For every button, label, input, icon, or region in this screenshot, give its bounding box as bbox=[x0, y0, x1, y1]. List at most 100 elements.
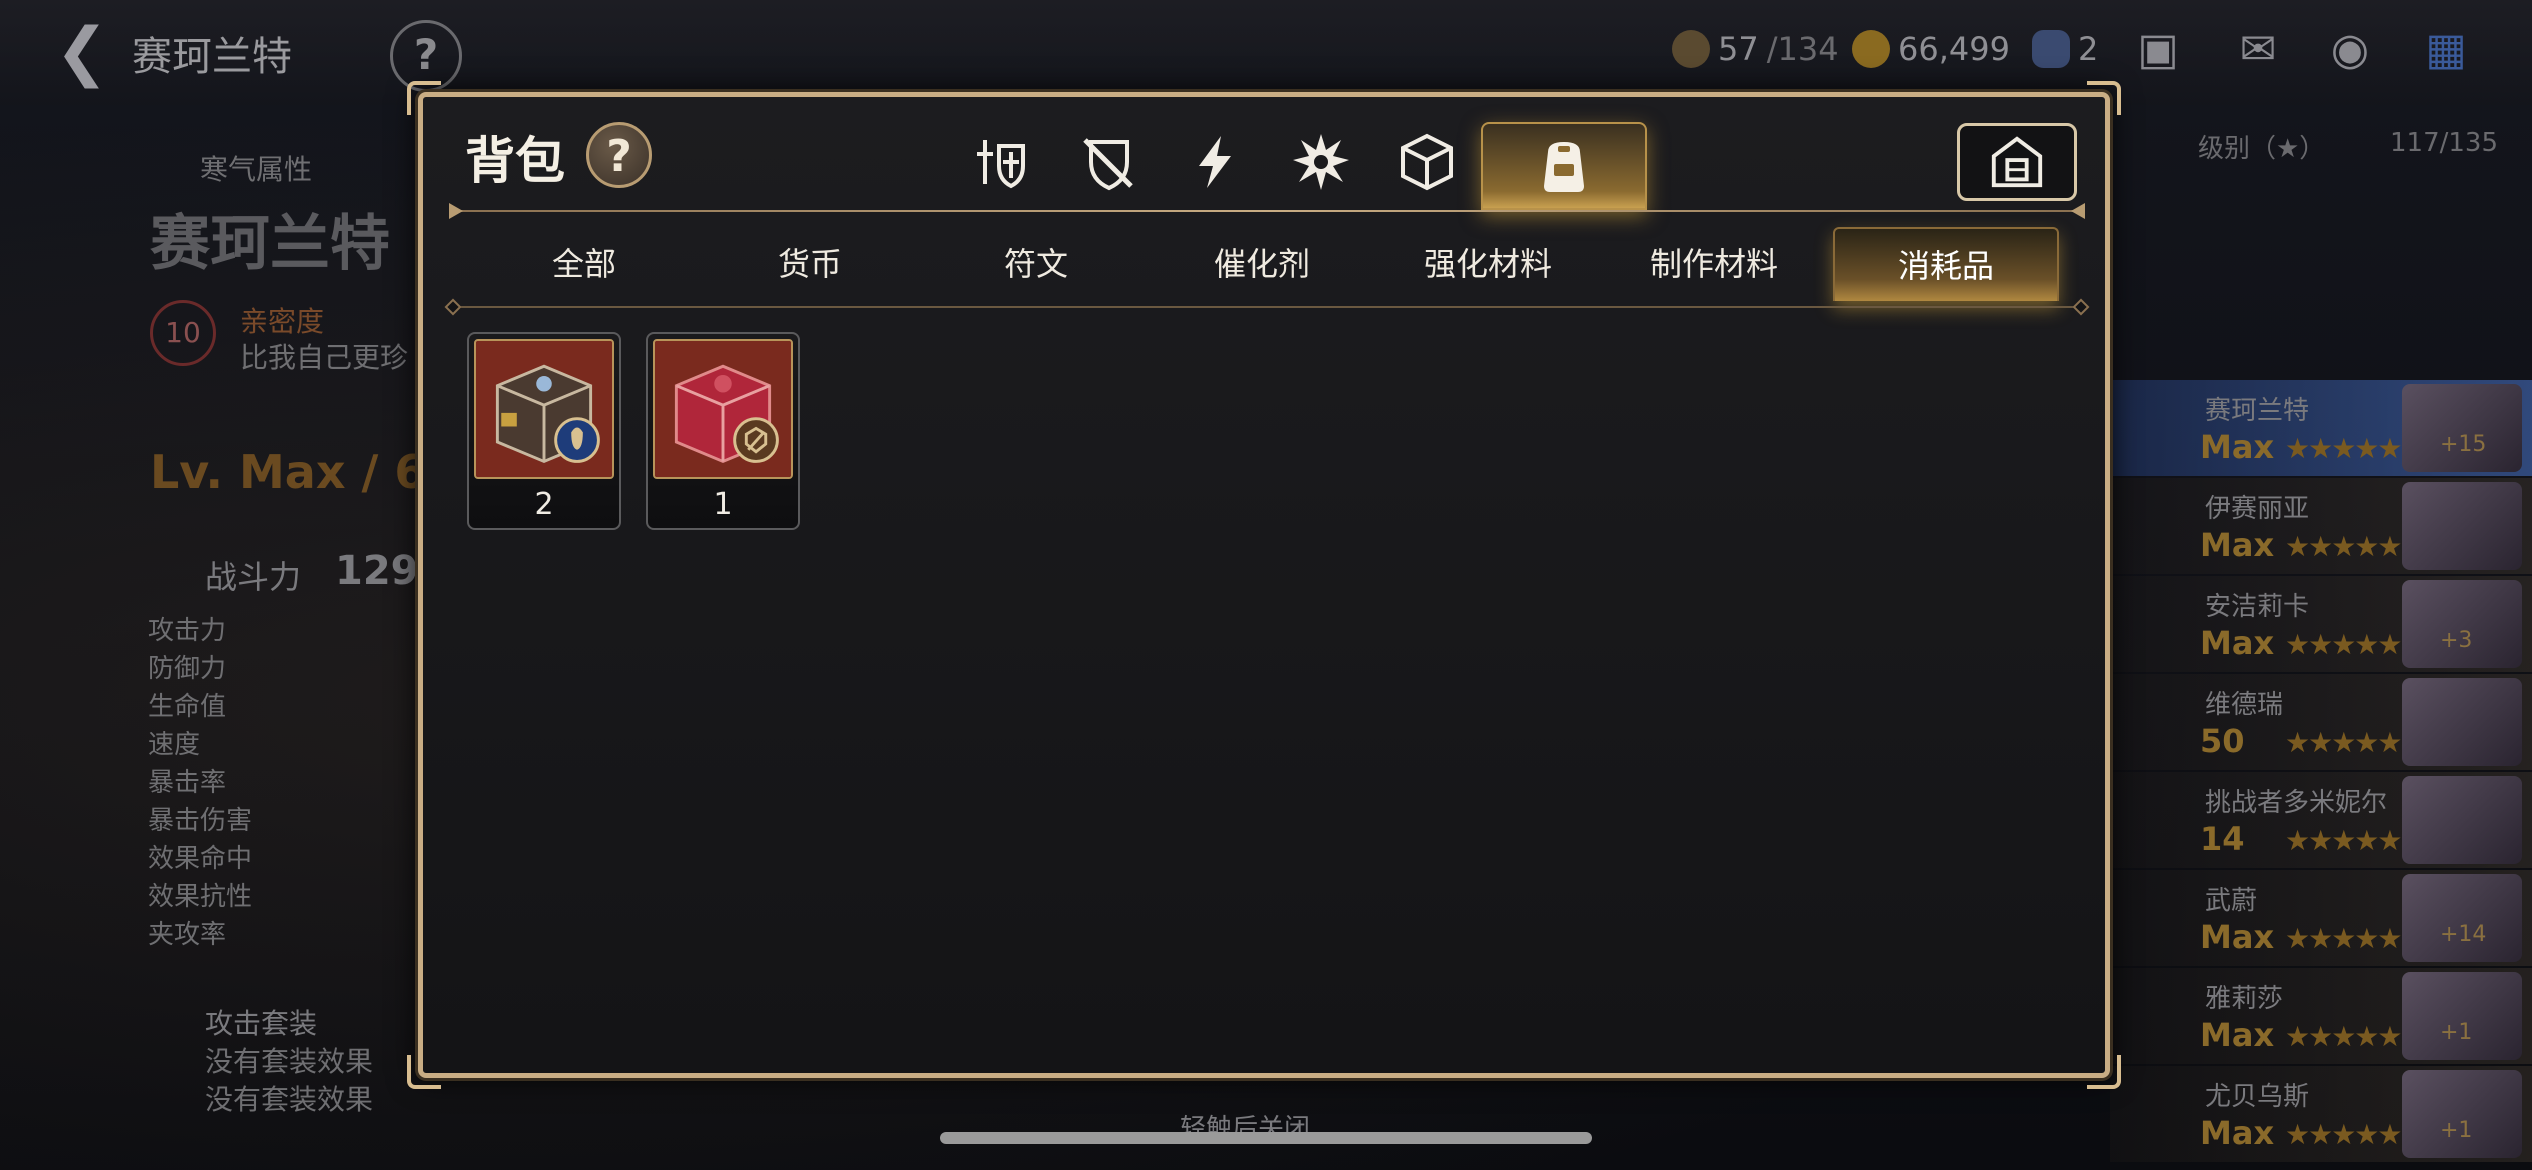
home-indicator bbox=[940, 1132, 1592, 1144]
gem-value: 2 bbox=[2078, 30, 2099, 68]
hero-list-item[interactable]: 赛珂兰特 Max ★★★★★ +15 bbox=[2110, 380, 2532, 476]
gem-icon bbox=[2032, 30, 2070, 68]
gold-display[interactable]: 66,499 bbox=[1852, 30, 2010, 68]
item-count: 2 bbox=[534, 487, 554, 522]
hero-portrait bbox=[2402, 384, 2522, 472]
item-count: 1 bbox=[713, 487, 733, 522]
star-rating-icon: ★★★★★ bbox=[2285, 432, 2403, 465]
stamina-icon bbox=[1672, 30, 1710, 68]
tab-explosion[interactable] bbox=[1271, 122, 1371, 202]
hero-list-level: Max bbox=[2200, 428, 2275, 466]
stamina-display[interactable]: 57/134 bbox=[1672, 30, 1839, 68]
help-button[interactable]: ? bbox=[586, 122, 652, 188]
shield-sword-icon bbox=[1083, 138, 1133, 191]
gem-display[interactable]: 2 bbox=[2032, 30, 2098, 68]
star-rating-icon: ★★★★★ bbox=[2285, 1020, 2403, 1053]
hero-list-plus: +3 bbox=[2440, 628, 2473, 653]
storage-button[interactable] bbox=[1957, 123, 2077, 201]
sort-label[interactable]: 级别（★） bbox=[2198, 128, 2325, 165]
combat-value: 129 bbox=[335, 548, 419, 594]
star-rating-icon: ★★★★★ bbox=[2285, 530, 2403, 563]
chat-icon[interactable]: ◉ bbox=[2320, 20, 2380, 80]
tab-shield-sword[interactable] bbox=[1059, 122, 1159, 202]
tab-lightning[interactable] bbox=[1165, 122, 1265, 202]
hero-portrait bbox=[2402, 776, 2522, 864]
hero-list-plus: +1 bbox=[2440, 1118, 2473, 1143]
star-rating-icon: ★★★★★ bbox=[2285, 922, 2403, 955]
party-icon[interactable]: ▣ bbox=[2128, 20, 2188, 80]
hero-name-big: 赛珂兰特 bbox=[150, 209, 390, 279]
hero-list-plus: +14 bbox=[2440, 922, 2487, 947]
header-divider bbox=[449, 203, 2085, 219]
inventory-modal: 背包 ? 全部 货币 符文 催化剂 强化材料 制作材料 消耗品 2 1 bbox=[407, 81, 2121, 1089]
frame-corner bbox=[2087, 81, 2121, 115]
hero-list-plus: +1 bbox=[2440, 1020, 2473, 1045]
hero-list-item[interactable]: 雅莉莎 Max ★★★★★ +1 bbox=[2110, 968, 2532, 1064]
hero-portrait bbox=[2402, 972, 2522, 1060]
hero-list-item[interactable]: 安洁莉卡 Max ★★★★★ +3 bbox=[2110, 576, 2532, 672]
hero-list-level: Max bbox=[2200, 918, 2275, 956]
stat-label: 速度 bbox=[148, 730, 201, 760]
stat-label: 暴击伤害 bbox=[148, 806, 253, 836]
stat-label: 夹攻率 bbox=[148, 920, 227, 950]
stat-label: 效果命中 bbox=[148, 844, 253, 874]
hero-portrait bbox=[2402, 1070, 2522, 1158]
tab-backpack[interactable] bbox=[1481, 122, 1647, 210]
hero-portrait bbox=[2402, 580, 2522, 668]
frame-corner bbox=[407, 81, 441, 115]
stat-label: 防御力 bbox=[148, 654, 227, 684]
hero-portrait bbox=[2402, 678, 2522, 766]
affinity-desc: 比我自己更珍 bbox=[240, 341, 409, 374]
tab-consumables[interactable]: 消耗品 bbox=[1833, 227, 2059, 301]
modal-title: 背包 bbox=[465, 132, 565, 190]
hero-title: 赛珂兰特 bbox=[132, 34, 292, 80]
hero-portrait bbox=[2402, 874, 2522, 962]
hero-list[interactable]: 赛珂兰特 Max ★★★★★ +15 伊赛丽亚 Max ★★★★★ 安洁莉卡 Max ★★★★★ +… bbox=[2110, 380, 2532, 1170]
hero-equip-icon bbox=[977, 140, 1025, 189]
hero-list-name: 雅莉莎 bbox=[2205, 984, 2284, 1014]
stat-list: 攻击力 防御力 生命值 速度 暴击率 暴击伤害 效果命中 效果抗性 夹攻率 bbox=[148, 612, 252, 954]
tab-hero-equip[interactable] bbox=[953, 122, 1053, 202]
gold-icon bbox=[1852, 30, 1890, 68]
stamina-value: 57 bbox=[1718, 30, 1759, 68]
star-rating-icon: ★★★★★ bbox=[2285, 726, 2403, 759]
frame-corner bbox=[2087, 1055, 2121, 1089]
hero-list-level: Max bbox=[2200, 1114, 2275, 1152]
hero-list-item[interactable]: 维德瑞 50 ★★★★★ bbox=[2110, 674, 2532, 770]
mail-icon[interactable]: ✉ bbox=[2228, 20, 2288, 80]
item-slot[interactable]: 1 bbox=[646, 332, 800, 530]
level-text: Lv. Max / 60 bbox=[150, 445, 459, 499]
tab-enhance-materials[interactable]: 强化材料 bbox=[1375, 227, 1601, 301]
lightning-icon bbox=[1199, 136, 1231, 188]
hero-list-level: Max bbox=[2200, 624, 2275, 662]
no-set-effect-2: 没有套装效果 bbox=[205, 1083, 374, 1116]
hero-list-item[interactable]: 伊赛丽亚 Max ★★★★★ bbox=[2110, 478, 2532, 574]
hero-list-item[interactable]: 挑战者多米妮尔 14 ★★★★★ bbox=[2110, 772, 2532, 868]
back-icon[interactable]: ❮ bbox=[55, 20, 115, 84]
tab-currency[interactable]: 货币 bbox=[697, 227, 923, 301]
tab-runes[interactable]: 符文 bbox=[923, 227, 1149, 301]
tab-crafting-materials[interactable]: 制作材料 bbox=[1601, 227, 1827, 301]
hero-list-item[interactable]: 武蔚 Max ★★★★★ +14 bbox=[2110, 870, 2532, 966]
menu-grid-icon[interactable]: ▦ bbox=[2416, 20, 2476, 80]
star-rating-icon: ★★★★★ bbox=[2285, 1118, 2403, 1151]
tab-cube[interactable] bbox=[1377, 122, 1477, 202]
water-chest-icon bbox=[474, 339, 614, 479]
attribute-label: 寒气属性 bbox=[200, 153, 313, 186]
hero-list-level: 50 bbox=[2200, 722, 2245, 760]
stamina-max: /134 bbox=[1766, 30, 1839, 68]
affinity-label: 亲密度 bbox=[240, 305, 325, 338]
hero-list-item[interactable]: 尤贝乌斯 Max ★★★★★ +1 bbox=[2110, 1066, 2532, 1162]
hero-list-level: 14 bbox=[2200, 820, 2245, 858]
storage-icon bbox=[1991, 136, 2043, 188]
hero-list-name: 安洁莉卡 bbox=[2205, 592, 2310, 622]
star-rating-icon: ★★★★★ bbox=[2285, 824, 2403, 857]
tab-all[interactable]: 全部 bbox=[471, 227, 697, 301]
hero-list-name: 尤贝乌斯 bbox=[2205, 1082, 2310, 1112]
top-bar: ❮ 赛珂兰特 ? 57/134 66,499 2 ▣ ✉ ◉ ▦ bbox=[0, 0, 2532, 105]
stat-label: 暴击率 bbox=[148, 768, 227, 798]
hero-list-level: Max bbox=[2200, 1016, 2275, 1054]
hero-count: 117/135 bbox=[2390, 128, 2499, 158]
tab-catalysts[interactable]: 催化剂 bbox=[1149, 227, 1375, 301]
item-slot[interactable]: 2 bbox=[467, 332, 621, 530]
